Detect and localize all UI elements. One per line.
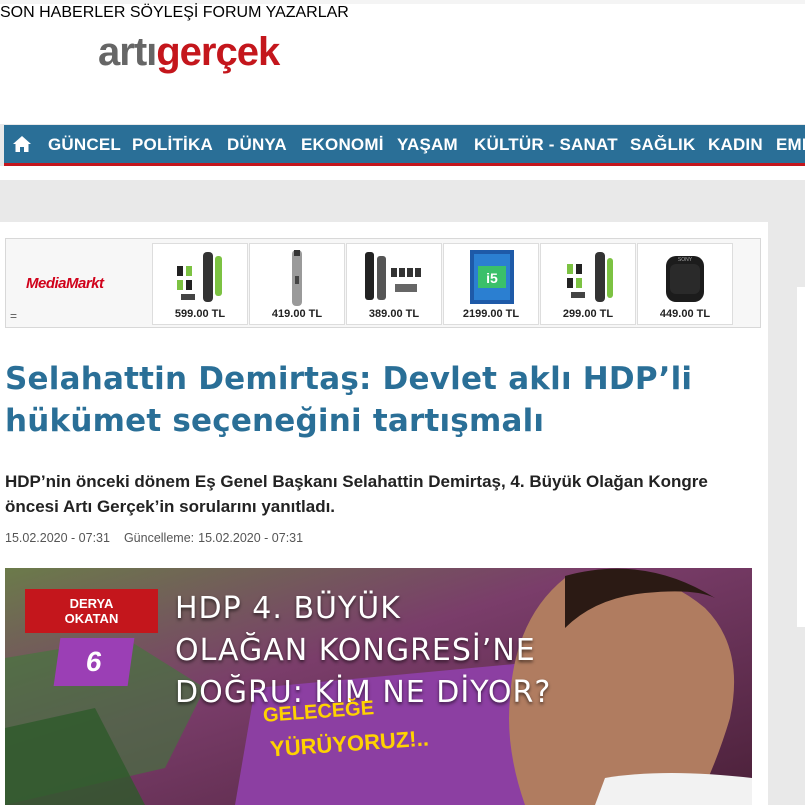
logo-part-2: gerçek — [156, 30, 280, 74]
home-icon[interactable] — [12, 135, 32, 153]
article-container: MediaMarkt = 599.00 TL 419.00 TL 389.00 … — [0, 222, 768, 805]
nav-item-yasam[interactable]: YAŞAM — [397, 135, 458, 155]
nav-item-ekonomi[interactable]: EKONOMİ — [301, 135, 384, 155]
ad-product[interactable]: SONY 449.00 TL — [637, 243, 733, 325]
series-number: 6 — [53, 638, 135, 686]
svg-text:SONY: SONY — [678, 257, 693, 263]
hero-image[interactable]: DERYA OKATAN 6 HDP 4. BÜYÜK OLAĞAN KONGR… — [5, 568, 752, 805]
ad-product[interactable]: 419.00 TL — [249, 243, 345, 325]
logo-part-1: artı — [98, 30, 157, 74]
nav-item-saglik[interactable]: SAĞLIK — [630, 135, 695, 155]
ad-product[interactable]: i5 2199.00 TL — [443, 243, 539, 325]
article-dates: 15.02.2020 - 07:31 Güncelleme: 15.02.2020 … — [5, 531, 317, 545]
sidebar-card — [797, 287, 805, 627]
ad-price: 2199.00 TL — [462, 308, 520, 320]
top-nav: SON HABERLER SÖYLEŞİ FORUM YAZARLAR — [0, 4, 805, 22]
hero-title: HDP 4. BÜYÜK OLAĞAN KONGRESİ’NE DOĞRU: K… — [175, 588, 551, 714]
article-title: Selahattin Demirtaş: Devlet aklı HDP’li … — [5, 361, 693, 439]
topnav-forum[interactable]: FORUM — [203, 4, 262, 21]
hero-title-line2: OLAĞAN KONGRESİ’NE — [175, 633, 536, 668]
cpu-box-icon: i5 — [470, 250, 514, 304]
main-nav: GÜNCEL POLİTİKA DÜNYA EKONOMİ YAŞAM KÜLT… — [4, 125, 805, 166]
nav-item-dunya[interactable]: DÜNYA — [227, 135, 287, 155]
article-lead: HDP’nin önceki dönem Eş Genel Başkanı Se… — [5, 472, 708, 516]
ad-banner[interactable]: MediaMarkt = 599.00 TL 419.00 TL 389.00 … — [5, 238, 761, 328]
published-date: 15.02.2020 - 07:31 — [5, 531, 110, 545]
site-logo[interactable]: artıgerçek — [98, 30, 280, 74]
ad-product[interactable]: 299.00 TL — [540, 243, 636, 325]
author-tag-line1: DERYA — [69, 596, 114, 611]
ad-price: 599.00 TL — [174, 308, 226, 320]
topnav-yazarlar[interactable]: YAZARLAR — [266, 4, 349, 21]
ad-price: 419.00 TL — [271, 308, 323, 320]
nav-item-emek[interactable]: EMEK — [776, 135, 805, 155]
nav-item-politika[interactable]: POLİTİKA — [132, 135, 213, 155]
topnav-soylesi[interactable]: SÖYLEŞİ — [130, 4, 198, 21]
ad-menu-icon[interactable]: = — [10, 309, 17, 323]
ad-price: 299.00 TL — [562, 308, 614, 320]
groomer-kit-icon — [177, 252, 222, 302]
author-tag-line2: OKATAN — [64, 611, 119, 626]
ad-product[interactable]: 389.00 TL — [346, 243, 442, 325]
nav-item-guncel[interactable]: GÜNCEL — [48, 135, 121, 155]
ad-price: 389.00 TL — [368, 308, 420, 320]
svg-text:i5: i5 — [486, 270, 498, 286]
nav-item-kultur-sanat[interactable]: KÜLTÜR - SANAT — [474, 135, 618, 155]
nav-item-kadin[interactable]: KADIN — [708, 135, 763, 155]
author-tag: DERYA OKATAN — [25, 589, 158, 633]
updated-date: 15.02.2020 - 07:31 — [198, 531, 304, 545]
trimmer-icon — [292, 250, 302, 306]
speaker-icon: SONY — [666, 256, 704, 302]
mediamarkt-logo[interactable]: MediaMarkt — [26, 275, 104, 292]
groomer-kit-icon — [567, 252, 613, 302]
hero-title-line1: HDP 4. BÜYÜK — [175, 591, 401, 626]
groomer-kit-icon — [365, 252, 421, 300]
topnav-son-haberler[interactable]: SON HABERLER — [0, 4, 125, 21]
header-shadow — [0, 166, 805, 180]
site-header: artıgerçek SON HABERLER SÖYLEŞİ FORUM YA… — [0, 4, 805, 124]
updated-label: Güncelleme: — [123, 531, 195, 545]
ad-product[interactable]: 599.00 TL — [152, 243, 248, 325]
ad-price: 449.00 TL — [659, 308, 711, 320]
